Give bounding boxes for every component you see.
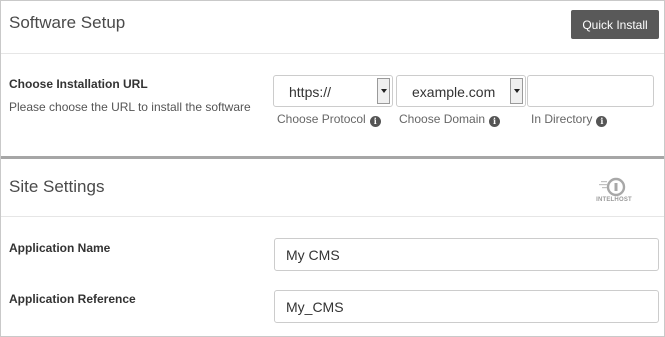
site-settings-divider <box>1 216 664 217</box>
protocol-sublabel: Choose Protocol i <box>277 112 381 127</box>
domain-sublabel-text: Choose Domain <box>399 112 486 126</box>
header-divider <box>1 53 664 54</box>
quick-install-button[interactable]: Quick Install <box>571 10 659 39</box>
intelhost-logo-icon: INTELHOST <box>591 177 637 207</box>
software-setup-title: Software Setup <box>9 13 126 32</box>
info-icon[interactable]: i <box>596 116 608 127</box>
protocol-select-value: https:// <box>289 84 332 100</box>
logo-mark-icon <box>599 177 626 197</box>
protocol-select[interactable]: https:// <box>273 75 393 107</box>
app-reference-input[interactable] <box>274 290 659 323</box>
directory-input[interactable] <box>527 75 654 107</box>
info-icon[interactable]: i <box>369 116 381 127</box>
domain-sublabel: Choose Domain i <box>399 112 501 127</box>
protocol-sublabel-text: Choose Protocol <box>277 112 366 126</box>
domain-select[interactable]: example.com <box>396 75 526 107</box>
app-name-input[interactable] <box>274 238 659 271</box>
site-settings-title: Site Settings <box>9 177 105 196</box>
app-reference-label: Application Reference <box>9 292 136 306</box>
installation-url-description: Please choose the URL to install the sof… <box>9 100 251 114</box>
directory-sublabel-text: In Directory <box>531 112 593 126</box>
info-icon[interactable]: i <box>489 116 501 127</box>
chevron-down-icon[interactable] <box>377 78 390 104</box>
installation-url-label: Choose Installation URL <box>9 77 148 91</box>
chevron-down-icon[interactable] <box>510 78 523 104</box>
software-setup-panel: Software Setup Quick Install Choose Inst… <box>0 0 665 337</box>
domain-select-value: example.com <box>412 84 496 100</box>
section-divider <box>1 156 664 159</box>
directory-sublabel: In Directory i <box>531 112 608 127</box>
app-name-label: Application Name <box>9 241 111 255</box>
logo-text: INTELHOST <box>596 197 632 203</box>
